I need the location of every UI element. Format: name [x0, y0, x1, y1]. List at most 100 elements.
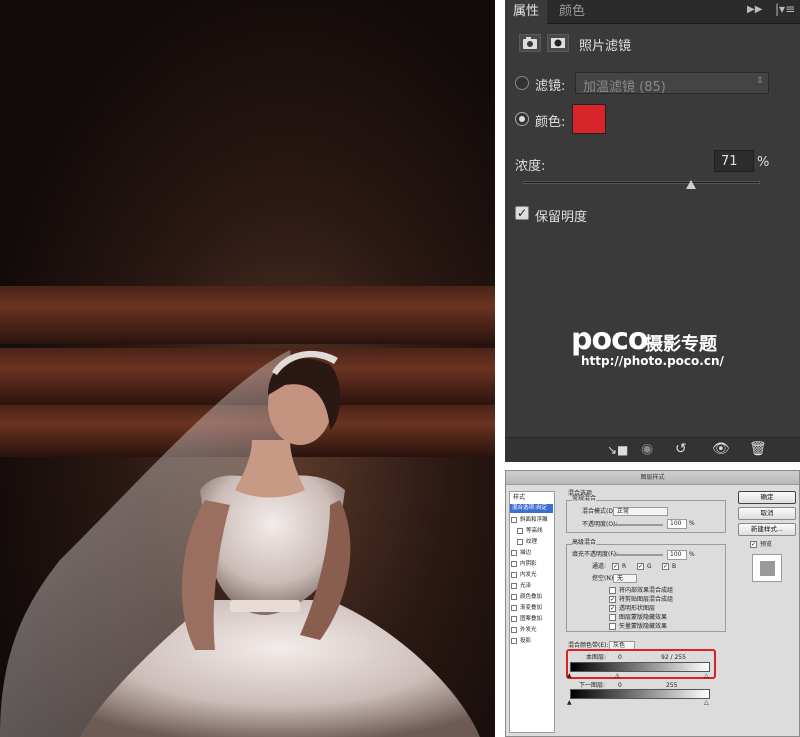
checkbox[interactable] [511, 572, 517, 578]
fill-opacity-pct: % [689, 551, 695, 558]
color-radio[interactable] [515, 112, 529, 126]
checkbox[interactable] [511, 605, 517, 611]
mask-icon[interactable] [547, 34, 569, 52]
filter-select[interactable]: 加温滤镜 (85) ⇕ [575, 72, 769, 95]
channel-g-checkbox[interactable]: ✓ [637, 563, 644, 570]
sidebar-item-label: 外发光 [520, 627, 537, 633]
option-label-2: 将剪贴图层混合成组 [619, 596, 674, 603]
watermark-brand: poco [571, 322, 648, 357]
style-preview-box [752, 554, 782, 582]
checkbox[interactable] [511, 561, 517, 567]
fill-opacity-input[interactable]: 100 [667, 550, 687, 560]
knockout-select[interactable]: 无 [613, 574, 637, 583]
reset-icon[interactable]: ↺ [675, 441, 687, 457]
underlying-gradient[interactable] [570, 689, 710, 699]
preserve-label: 保留明度 [535, 210, 588, 225]
sidebar-item-label: 图案叠加 [520, 616, 543, 622]
sidebar-item-inner-glow[interactable]: 内发光 [510, 571, 553, 580]
sidebar-item-satin[interactable]: 光泽 [510, 582, 553, 591]
channel-r-label: R [622, 563, 627, 570]
this-layer-gradient[interactable] [570, 662, 710, 672]
filter-radio[interactable] [515, 76, 529, 90]
panel-menu-icon[interactable]: |▾≡ [775, 2, 795, 16]
option-checkbox-1[interactable] [609, 587, 616, 594]
channel-b-label: B [672, 563, 677, 570]
color-swatch[interactable] [572, 104, 606, 134]
watermark-url: http://photo.poco.cn/ [581, 354, 724, 368]
sidebar-title: 样式 [513, 494, 526, 501]
checkbox[interactable] [511, 638, 517, 644]
sidebar-item-label: 投影 [520, 638, 532, 644]
this-layer-white-handle[interactable]: △ [704, 672, 709, 680]
sidebar-item-label: 光泽 [520, 583, 532, 589]
visibility-eye-icon[interactable]: 👁 [712, 441, 730, 457]
checkbox[interactable] [511, 594, 517, 600]
sidebar-item-inner-shadow[interactable]: 内阴影 [510, 560, 553, 569]
properties-toolbar: ↘■ ◉ ↺ 👁 🗑 [505, 437, 800, 462]
preview-label: 预览 [760, 541, 773, 548]
sidebar-item-drop-shadow[interactable]: 投影 [510, 637, 553, 646]
opacity-pct: % [689, 520, 695, 527]
density-slider-thumb[interactable] [686, 180, 697, 189]
sidebar-item-texture[interactable]: 纹理 [510, 538, 553, 547]
view-previous-icon[interactable]: ◉ [641, 441, 653, 457]
checkbox[interactable] [511, 583, 517, 589]
collapse-icon[interactable]: ▶▶ [747, 4, 762, 15]
channel-r-checkbox[interactable]: ✓ [612, 563, 619, 570]
sidebar-item-bevel[interactable]: 斜面和浮雕 [510, 516, 553, 525]
sidebar-item-gradient-overlay[interactable]: 渐变叠加 [510, 604, 553, 613]
checkbox[interactable] [517, 539, 523, 545]
this-layer-split-handle[interactable]: ◬ [615, 672, 620, 680]
option-label-3: 透明形状图层 [619, 605, 656, 612]
underlying-white-handle[interactable]: △ [704, 699, 709, 707]
sidebar-item-contour[interactable]: 等高线 [510, 527, 553, 536]
new-style-button[interactable]: 新建样式... [738, 523, 796, 536]
option-checkbox-4[interactable] [609, 614, 616, 621]
underlying-black-handle[interactable]: ▲ [567, 699, 572, 707]
checkbox[interactable] [517, 528, 523, 534]
clip-to-layer-icon[interactable]: ↘■ [607, 443, 628, 457]
color-label: 颜色: [535, 115, 566, 130]
sidebar-item-blending-options[interactable]: 混合选项:自定 [510, 504, 553, 513]
tab-color[interactable]: 颜色 [551, 0, 593, 24]
sidebar-item-color-overlay[interactable]: 颜色叠加 [510, 593, 553, 602]
opacity-input[interactable]: 100 [667, 519, 687, 529]
dialog-title: 图层样式 [506, 471, 799, 485]
density-input[interactable]: 71 [714, 150, 754, 172]
sidebar-item-outer-glow[interactable]: 外发光 [510, 626, 553, 635]
opacity-slider[interactable] [613, 524, 663, 526]
channel-b-checkbox[interactable]: ✓ [662, 563, 669, 570]
sidebar-item-label: 渐变叠加 [520, 605, 543, 611]
sidebar-item-stroke[interactable]: 描边 [510, 549, 553, 558]
option-checkbox-5[interactable] [609, 623, 616, 630]
density-slider-track[interactable] [523, 181, 760, 184]
fill-opacity-slider[interactable] [613, 554, 663, 556]
option-label-1: 将内部效果混合成组 [619, 587, 674, 594]
checkbox[interactable] [511, 627, 517, 633]
trash-icon[interactable]: 🗑 [749, 441, 767, 457]
blend-mode-select[interactable]: 正常 [613, 507, 668, 516]
this-layer-black-handle[interactable]: ▲ [567, 672, 572, 680]
cancel-button[interactable]: 取消 [738, 507, 796, 520]
checkbox[interactable] [511, 616, 517, 622]
option-label-4: 图层蒙版隐藏效果 [619, 614, 668, 621]
general-blend-title: 常规混合 [572, 495, 597, 503]
tab-properties[interactable]: 属性 [505, 0, 548, 24]
option-checkbox-2[interactable]: ✓ [609, 596, 616, 603]
adjustment-camera-icon [519, 34, 541, 52]
checkbox[interactable] [511, 550, 517, 556]
sidebar-item-pattern-overlay[interactable]: 图案叠加 [510, 615, 553, 624]
checkbox[interactable] [511, 517, 517, 523]
ok-button[interactable]: 确定 [738, 491, 796, 504]
fill-opacity-label: 填充不透明度(F): [572, 551, 619, 558]
density-unit: % [757, 155, 770, 170]
sidebar-item-label: 斜面和浮雕 [520, 517, 548, 523]
preserve-checkbox[interactable]: ✓ [515, 206, 529, 220]
watermark-title: 摄影专题 [645, 334, 717, 355]
preview-checkbox[interactable]: ✓ [750, 541, 757, 548]
bride-figure [0, 350, 480, 737]
option-label-5: 矢量蒙版隐藏效果 [619, 623, 668, 630]
adjustment-title: 照片滤镜 [579, 39, 632, 54]
advanced-blend-title: 高级混合 [572, 539, 597, 547]
option-checkbox-3[interactable]: ✓ [609, 605, 616, 612]
